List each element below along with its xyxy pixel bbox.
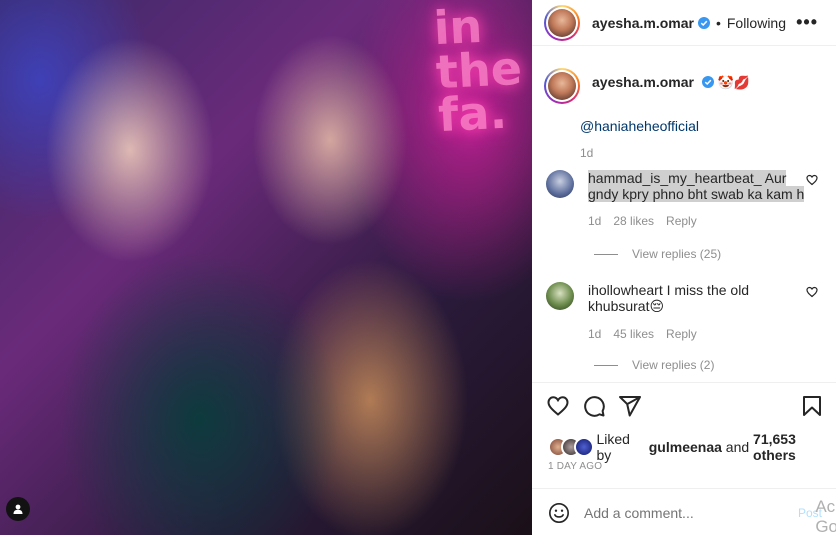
commenter-username[interactable]: hammad_is_my_heartbeat_: [588, 170, 762, 186]
user-tag-button[interactable]: [6, 497, 30, 521]
post-photo[interactable]: in the fa.: [0, 0, 532, 535]
caption-mention-link[interactable]: @haniaheheofficial: [580, 118, 824, 134]
neon-sign: in the fa.: [432, 0, 526, 143]
separator-dot: •: [715, 14, 721, 31]
comment-age[interactable]: 1d: [588, 213, 601, 229]
view-replies-label: View replies (2): [632, 358, 715, 372]
author-avatar: [548, 8, 576, 37]
view-replies-button[interactable]: View replies (25): [594, 247, 721, 261]
view-replies-button[interactable]: View replies (2): [594, 358, 714, 372]
replies-line: [594, 364, 618, 366]
neon-text-line: fa.: [436, 85, 509, 143]
comment-age[interactable]: 1d: [588, 326, 601, 342]
comment-actions: 1d 45 likes Reply: [588, 326, 810, 342]
comment-input[interactable]: [584, 504, 774, 521]
comment-like-icon[interactable]: [806, 286, 818, 298]
comment-icon[interactable]: [582, 394, 606, 418]
caption-username[interactable]: ayesha.m.omar: [592, 74, 694, 90]
emoji-icon[interactable]: [548, 502, 570, 524]
caption-emojis: 🤡💋: [717, 76, 751, 91]
post-details-panel: ayesha.m.omar • Following ••• ayesha.m.o…: [532, 0, 836, 539]
bookmark-icon[interactable]: [800, 394, 824, 418]
activation-watermark: Ac Go: [815, 497, 836, 537]
verified-badge-icon: [697, 16, 710, 29]
comment-item: hammad_is_my_heartbeat_ Aur gndy kpry ph…: [546, 170, 824, 229]
post-action-bar: [546, 394, 826, 420]
caption-age[interactable]: 1d: [580, 146, 824, 160]
liker-avatar: [574, 437, 594, 457]
comment-like-icon[interactable]: [806, 174, 818, 186]
reply-button[interactable]: Reply: [666, 213, 697, 229]
comment-emoji: 😔: [649, 299, 665, 315]
liked-by-prefix: Liked by: [596, 431, 630, 463]
reply-button[interactable]: Reply: [666, 326, 697, 342]
caption-avatar-ring[interactable]: [544, 68, 580, 104]
more-options-icon[interactable]: •••: [796, 12, 818, 33]
view-replies-label: View replies (25): [632, 247, 722, 261]
post-timestamp[interactable]: 1 DAY AGO: [548, 461, 602, 472]
following-button[interactable]: Following: [727, 15, 786, 31]
add-comment-bar: Post: [532, 488, 836, 536]
liked-by-others[interactable]: 71,653 others: [753, 431, 836, 463]
author-avatar-ring[interactable]: [544, 4, 580, 41]
liker-avatars[interactable]: [548, 437, 594, 457]
watermark-line: Ac: [815, 497, 836, 516]
caption-avatar: [548, 72, 576, 100]
replies-line: [594, 253, 618, 255]
caption: ayesha.m.omar 🤡💋 @haniaheheofficial 1d: [544, 68, 824, 160]
commenter-username[interactable]: ihollowheart: [588, 282, 663, 298]
heart-icon[interactable]: [546, 394, 570, 418]
comment-item: ihollowheart I miss the old khubsurat😔 1…: [546, 282, 824, 342]
user-tag-icon: [13, 504, 23, 514]
liked-by-and: and: [725, 439, 750, 455]
comment-likes[interactable]: 45 likes: [613, 326, 654, 342]
comment-likes[interactable]: 28 likes: [613, 213, 654, 229]
section-divider: [532, 382, 836, 383]
commenter-avatar[interactable]: [546, 170, 574, 198]
liked-by: Liked by gulmeenaa and 71,653 others: [548, 431, 836, 463]
author-username[interactable]: ayesha.m.omar: [592, 15, 694, 31]
watermark-line: Go: [815, 517, 836, 536]
comment-actions: 1d 28 likes Reply: [588, 213, 810, 229]
post-header: ayesha.m.omar • Following •••: [532, 0, 836, 46]
verified-badge-icon: [701, 76, 714, 88]
commenter-avatar[interactable]: [546, 282, 574, 310]
liked-by-user[interactable]: gulmeenaa: [649, 439, 722, 455]
share-icon[interactable]: [618, 394, 642, 418]
